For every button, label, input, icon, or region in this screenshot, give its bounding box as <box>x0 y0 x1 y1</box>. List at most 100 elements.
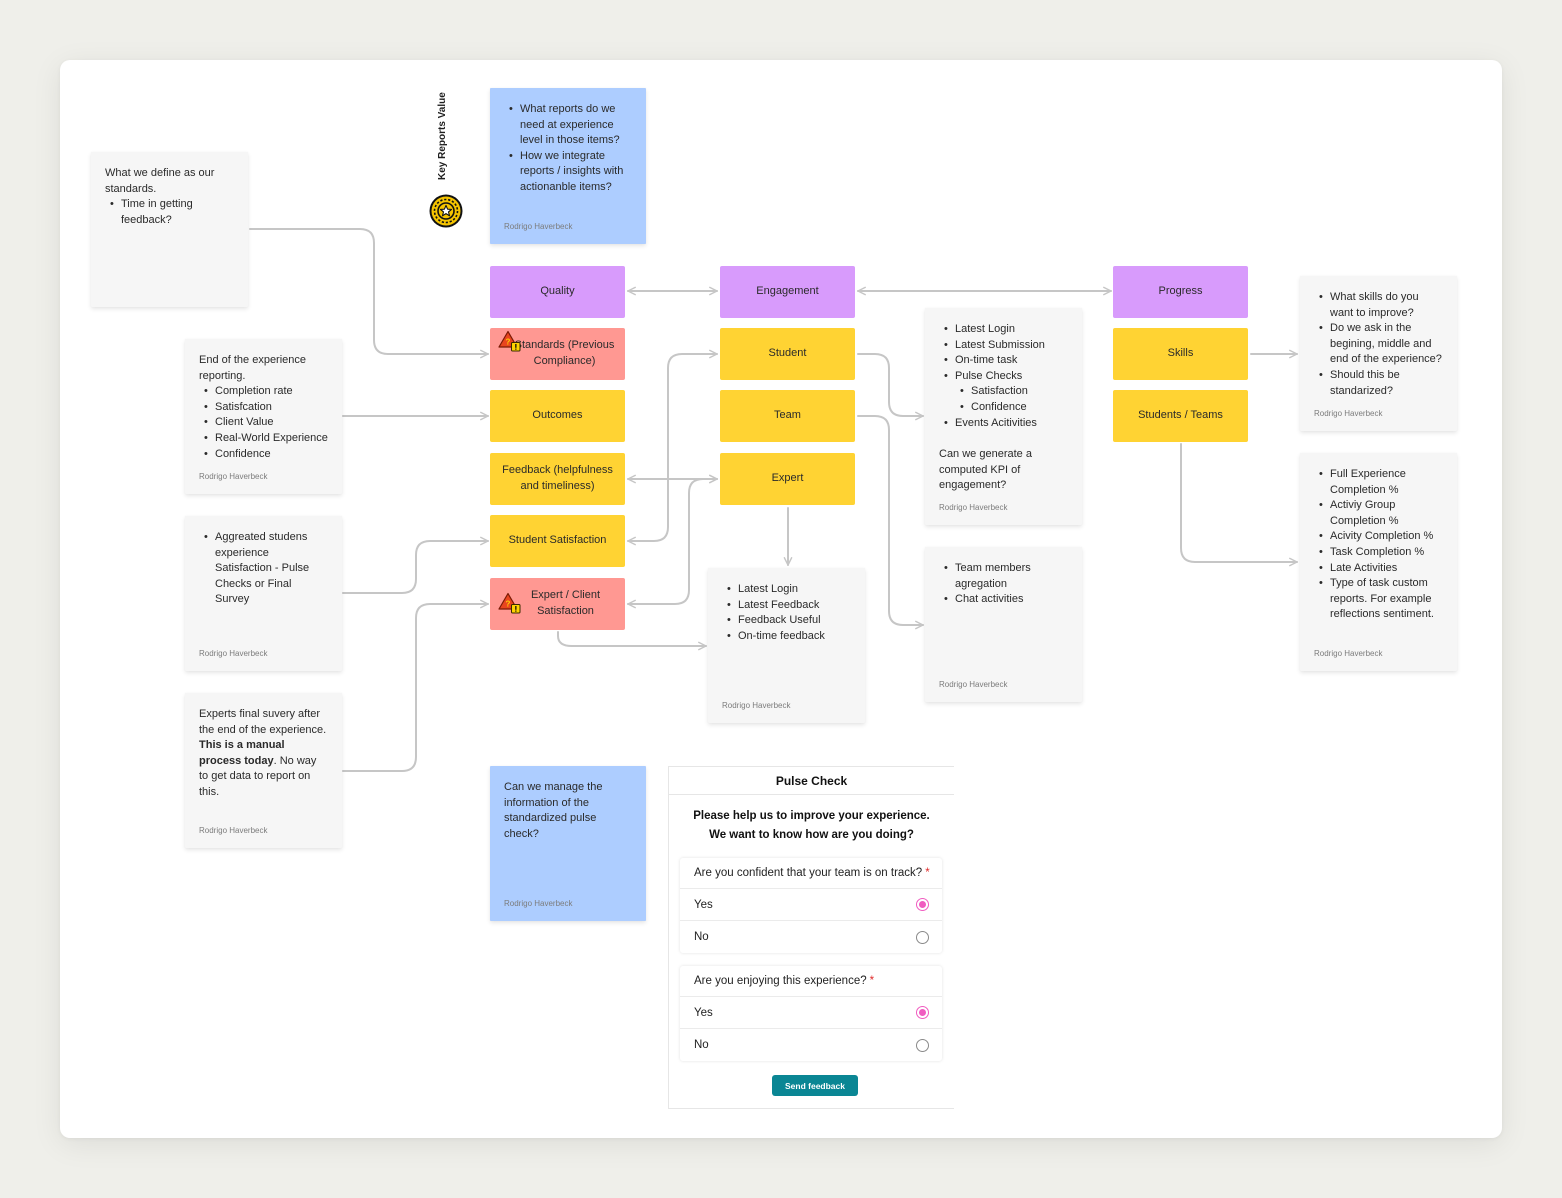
sticky-standards-definition[interactable]: What we define as our standards. Time in… <box>91 152 248 307</box>
key-reports-value-label: Key Reports Value <box>437 92 448 180</box>
option-label: No <box>694 1039 709 1051</box>
box-label: Students / Teams <box>1138 409 1223 422</box>
sticky-completion-metrics[interactable]: Full Experience Completion % Activiy Gro… <box>1300 453 1457 671</box>
box-label: Progress <box>1158 285 1203 298</box>
box-label: Skills <box>1167 347 1194 360</box>
sticky-skills-questions[interactable]: What skills do you want to improve? Do w… <box>1300 276 1457 431</box>
sticky-aggregated-satisfaction[interactable]: Aggreated studens experience Satisfactio… <box>185 516 342 671</box>
radio-option-no[interactable]: No <box>680 921 942 953</box>
sticky-team-metrics[interactable]: Team members agregation Chat activities … <box>925 547 1082 702</box>
note-item: Feedback Useful <box>722 613 851 629</box>
box-progress[interactable]: Progress <box>1113 266 1248 318</box>
box-label: Team <box>774 409 801 422</box>
box-label: Standards (Previous Compliance) <box>514 339 615 367</box>
note-item: Events Acitivities <box>939 416 1068 432</box>
box-feedback[interactable]: Feedback (helpfulness and timeliness) <box>490 453 625 505</box>
required-mark: * <box>925 867 930 879</box>
box-label: Student <box>768 347 807 360</box>
box-engagement[interactable]: Engagement <box>720 266 855 318</box>
note-item: Latest Login <box>939 322 1068 338</box>
note-item: Client Value <box>199 415 328 431</box>
box-student-satisfaction[interactable]: Student Satisfaction <box>490 515 625 567</box>
radio-selected[interactable] <box>916 1006 929 1019</box>
note-item: Task Completion % <box>1314 545 1443 561</box>
box-label: Engagement <box>756 285 819 298</box>
question-label: Are you confident that your team is on t… <box>680 858 942 889</box>
box-student[interactable]: Student <box>720 328 855 380</box>
note-item: On-time feedback <box>722 629 851 645</box>
note-item: Activiy Group Completion % <box>1314 498 1443 529</box>
send-feedback-button[interactable]: Send feedback <box>772 1075 858 1096</box>
radio-option-yes[interactable]: Yes <box>680 997 942 1029</box>
question-label: Are you enjoying this experience? * <box>680 966 942 997</box>
radio-selected[interactable] <box>916 898 929 911</box>
note-author: Rodrigo Haverbeck <box>1314 409 1383 418</box>
note-item: Late Activities <box>1314 561 1443 577</box>
question-card: Are you enjoying this experience? * Yes N… <box>680 966 942 1061</box>
form-title: Pulse Check <box>669 767 954 795</box>
note-item: Real-World Experience <box>199 431 328 447</box>
note-item: Latest Submission <box>939 338 1068 354</box>
box-students-teams[interactable]: Students / Teams <box>1113 390 1248 442</box>
note-item: Satisfcation <box>199 400 328 416</box>
box-skills[interactable]: Skills <box>1113 328 1248 380</box>
box-expert-client-satisfaction[interactable]: ? Expert / Client Satisfaction <box>490 578 625 630</box>
note-subitem: Satisfaction <box>939 384 1068 400</box>
note-subitem: Confidence <box>939 400 1068 416</box>
required-mark: * <box>869 975 875 987</box>
box-label: Student Satisfaction <box>508 534 607 547</box>
note-item: Time in getting feedback? <box>105 197 234 228</box>
option-label: No <box>694 931 709 943</box>
note-author: Rodrigo Haverbeck <box>199 826 268 835</box>
box-quality[interactable]: Quality <box>490 266 625 318</box>
box-label: Expert <box>771 472 804 485</box>
note-intro: What we define as our standards. <box>105 167 215 195</box>
note-text: Experts final suvery after the end of th… <box>199 708 327 798</box>
box-team[interactable]: Team <box>720 390 855 442</box>
note-author: Rodrigo Haverbeck <box>199 649 268 658</box>
note-question: Can we generate a computed KPI of engage… <box>939 448 1032 492</box>
box-label: Expert / Client Satisfaction <box>530 589 601 617</box>
radio-option-no[interactable]: No <box>680 1029 942 1061</box>
pulse-check-form: Pulse Check Please help us to improve yo… <box>668 766 954 1109</box>
note-author: Rodrigo Haverbeck <box>939 503 1008 512</box>
note-item: Do we ask in the begining, middle and en… <box>1314 321 1443 368</box>
note-item: Acivity Completion % <box>1314 529 1443 545</box>
question-card: Are you confident that your team is on t… <box>680 858 942 953</box>
star-coin-icon <box>429 194 463 228</box>
option-label: Yes <box>694 1006 713 1019</box>
option-label: Yes <box>694 898 713 911</box>
warning-icon: ? <box>498 330 521 352</box>
sticky-end-of-experience-reporting[interactable]: End of the experience reporting. Complet… <box>185 339 342 494</box>
note-item: How we integrate reports / insights with… <box>504 149 632 196</box>
note-item: Full Experience Completion % <box>1314 467 1443 498</box>
note-intro: End of the experience reporting. <box>199 354 307 382</box>
note-item: On-time task <box>939 353 1068 369</box>
radio-unselected[interactable] <box>916 930 929 944</box>
note-author: Rodrigo Haverbeck <box>199 472 268 481</box>
box-standards[interactable]: ? Standards (Previous Compliance) <box>490 328 625 380</box>
sticky-key-reports-questions[interactable]: What reports do we need at experience le… <box>490 88 646 244</box>
note-author: Rodrigo Haverbeck <box>1314 649 1383 658</box>
note-item: Latest Login <box>722 582 851 598</box>
box-outcomes[interactable]: Outcomes <box>490 390 625 442</box>
note-item: What skills do you want to improve? <box>1314 290 1443 321</box>
note-author: Rodrigo Haverbeck <box>939 680 1008 689</box>
note-author: Rodrigo Haverbeck <box>722 701 791 710</box>
note-author: Rodrigo Haverbeck <box>504 222 573 231</box>
note-item: Confidence <box>199 447 328 463</box>
note-author: Rodrigo Haverbeck <box>504 899 573 908</box>
sticky-experts-final-survey[interactable]: Experts final suvery after the end of th… <box>185 693 342 848</box>
radio-option-yes[interactable]: Yes <box>680 889 942 921</box>
note-item: Aggreated studens experience Satisfactio… <box>199 530 328 608</box>
note-item: Type of task custom reports. For example… <box>1314 576 1443 623</box>
sticky-student-metrics[interactable]: Latest Login Latest Submission On-time t… <box>925 308 1082 525</box>
box-expert[interactable]: Expert <box>720 453 855 505</box>
sticky-pulse-check-question[interactable]: Can we manage the information of the sta… <box>490 766 646 921</box>
radio-unselected[interactable] <box>916 1038 929 1052</box>
warning-icon: ? <box>498 592 521 614</box>
sticky-expert-metrics[interactable]: Latest Login Latest Feedback Feedback Us… <box>708 568 865 723</box>
note-item: Pulse Checks <box>939 369 1068 385</box>
box-label: Feedback (helpfulness and timeliness) <box>502 464 613 492</box>
note-item: Completion rate <box>199 384 328 400</box>
